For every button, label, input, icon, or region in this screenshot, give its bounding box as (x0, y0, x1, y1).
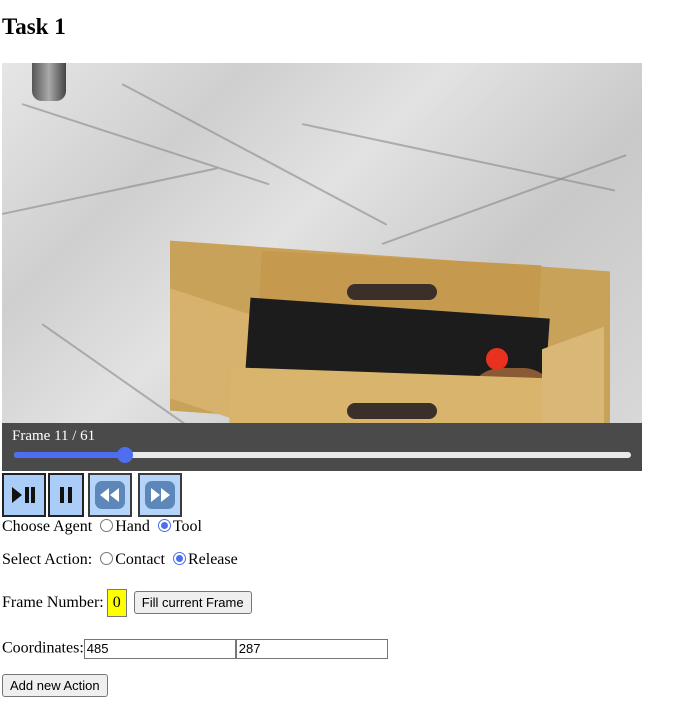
fast-forward-icon (145, 481, 175, 509)
frame-counter: Frame 11 / 61 (12, 428, 96, 444)
coordinate-marker (486, 348, 508, 370)
agent-hand-label: Hand (115, 518, 150, 535)
action-contact-label: Contact (115, 551, 165, 568)
agent-tool-radio[interactable] (157, 519, 171, 532)
agent-row: Choose Agent Hand Tool (2, 518, 202, 536)
frame-number-label: Frame Number: (2, 594, 104, 611)
coordinate-y-input[interactable]: 287 (235, 639, 388, 659)
pause-button[interactable] (48, 473, 84, 517)
action-contact-radio[interactable] (100, 552, 114, 565)
video-frame[interactable] (2, 63, 642, 423)
coordinates-label: Coordinates: (2, 639, 84, 657)
video-controls: Frame 11 / 61 (2, 423, 642, 471)
rewind-button[interactable] (88, 473, 132, 517)
pause-icon (60, 487, 72, 503)
play-pause-icon (12, 487, 35, 503)
action-release-label: Release (187, 551, 238, 568)
tumbler-object (32, 63, 66, 101)
action-label: Select Action: (2, 551, 93, 568)
add-new-action-button[interactable]: Add new Action (2, 674, 108, 697)
add-action-row: Add new Action (2, 674, 108, 697)
slider-fill (14, 452, 126, 458)
coordinate-x-input[interactable]: 485 (83, 639, 236, 659)
agent-label: Choose Agent (2, 518, 93, 535)
frame-number-value: 0 (106, 589, 127, 617)
slider-thumb[interactable] (117, 447, 134, 463)
fill-current-frame-button[interactable]: Fill current Frame (133, 591, 252, 614)
frame-slider[interactable] (14, 447, 631, 463)
rewind-icon (95, 481, 125, 509)
agent-hand-radio[interactable] (100, 519, 114, 532)
action-release-radio[interactable] (172, 552, 186, 565)
page-title: Task 1 (2, 14, 66, 39)
coordinates-row: Coordinates: 485 287 (2, 639, 388, 659)
agent-tool-label: Tool (172, 518, 202, 535)
frame-number-row: Frame Number: 0 Fill current Frame (2, 589, 252, 617)
fast-forward-button[interactable] (138, 473, 182, 517)
action-row: Select Action: Contact Release (2, 551, 238, 569)
play-pause-button[interactable] (2, 473, 46, 517)
